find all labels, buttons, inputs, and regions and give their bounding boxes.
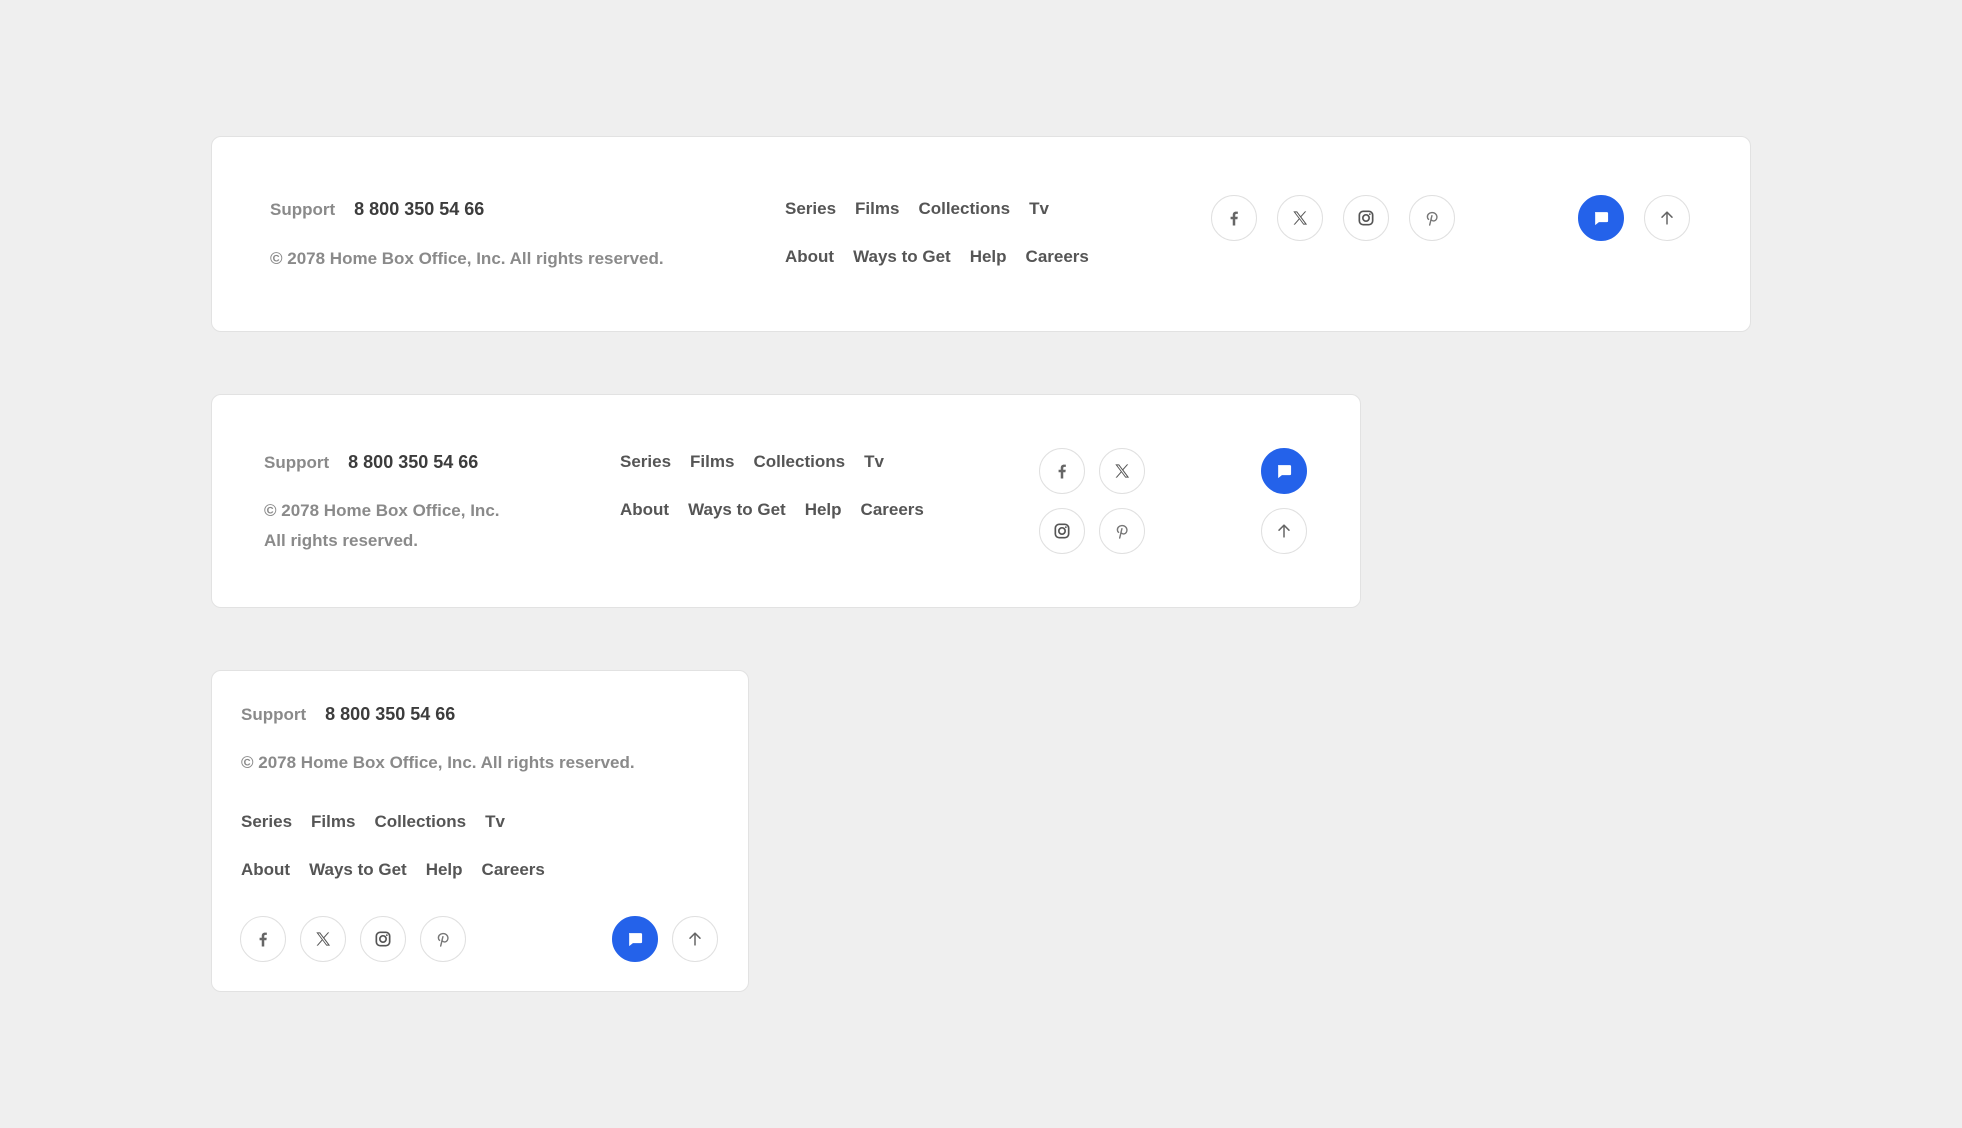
chat-button[interactable]: [1578, 195, 1624, 241]
chat-icon: [625, 929, 645, 949]
nav-link-films[interactable]: Films: [855, 199, 899, 219]
support-row: Support 8 800 350 54 66: [264, 452, 478, 473]
nav-link-collections[interactable]: Collections: [374, 812, 466, 832]
nav-link-collections[interactable]: Collections: [753, 452, 845, 472]
nav-link-series[interactable]: Series: [620, 452, 671, 472]
support-label: Support: [264, 453, 330, 472]
instagram-icon: [1356, 208, 1376, 228]
nav-link-help[interactable]: Help: [805, 500, 842, 520]
nav-secondary: About Ways to Get Help Careers: [241, 860, 545, 880]
scroll-top-button[interactable]: [1644, 195, 1690, 241]
instagram-icon: [1052, 521, 1072, 541]
nav-link-about[interactable]: About: [620, 500, 669, 520]
support-phone[interactable]: 8 800 350 54 66: [348, 452, 478, 473]
facebook-button[interactable]: [1039, 448, 1085, 494]
x-icon: [313, 929, 333, 949]
nav-link-help[interactable]: Help: [970, 247, 1007, 267]
nav-link-tv[interactable]: Tv: [485, 812, 505, 832]
nav-secondary: About Ways to Get Help Careers: [785, 247, 1089, 267]
x-button[interactable]: [300, 916, 346, 962]
chat-button[interactable]: [612, 916, 658, 962]
pinterest-button[interactable]: [1099, 508, 1145, 554]
pinterest-icon: [433, 929, 453, 949]
facebook-icon: [253, 929, 273, 949]
support-phone[interactable]: 8 800 350 54 66: [354, 199, 484, 220]
scroll-top-button[interactable]: [1261, 508, 1307, 554]
footer-compact: Support 8 800 350 54 66 © 2078 Home Box …: [211, 670, 749, 992]
support-label: Support: [270, 200, 336, 219]
facebook-icon: [1052, 461, 1072, 481]
x-button[interactable]: [1099, 448, 1145, 494]
nav-link-help[interactable]: Help: [426, 860, 463, 880]
support-row: Support 8 800 350 54 66: [270, 199, 484, 220]
nav-primary: Series Films Collections Tv: [620, 452, 884, 472]
support-phone[interactable]: 8 800 350 54 66: [325, 704, 455, 725]
pinterest-icon: [1112, 521, 1132, 541]
arrow-up-icon: [685, 929, 705, 949]
nav-link-careers[interactable]: Careers: [482, 860, 545, 880]
pinterest-button[interactable]: [420, 916, 466, 962]
nav-link-series[interactable]: Series: [241, 812, 292, 832]
nav-secondary: About Ways to Get Help Careers: [620, 500, 924, 520]
facebook-button[interactable]: [240, 916, 286, 962]
scroll-top-button[interactable]: [672, 916, 718, 962]
nav-link-careers[interactable]: Careers: [861, 500, 924, 520]
nav-link-ways-to-get[interactable]: Ways to Get: [688, 500, 786, 520]
pinterest-icon: [1422, 208, 1442, 228]
nav-link-collections[interactable]: Collections: [918, 199, 1010, 219]
instagram-button[interactable]: [1039, 508, 1085, 554]
chat-icon: [1274, 461, 1294, 481]
nav-link-tv[interactable]: Tv: [864, 452, 884, 472]
nav-primary: Series Films Collections Tv: [785, 199, 1049, 219]
copyright: © 2078 Home Box Office, Inc. All rights …: [241, 753, 635, 772]
instagram-icon: [373, 929, 393, 949]
arrow-up-icon: [1274, 521, 1294, 541]
x-button[interactable]: [1277, 195, 1323, 241]
instagram-button[interactable]: [360, 916, 406, 962]
copyright: © 2078 Home Box Office, Inc. All rights …: [270, 249, 664, 268]
support-label: Support: [241, 705, 307, 724]
x-icon: [1112, 461, 1132, 481]
copyright-line-2: All rights reserved.: [264, 531, 419, 550]
copyright-line-1: © 2078 Home Box Office, Inc.: [264, 501, 500, 520]
nav-link-ways-to-get[interactable]: Ways to Get: [853, 247, 951, 267]
nav-link-films[interactable]: Films: [690, 452, 734, 472]
arrow-up-icon: [1657, 208, 1677, 228]
footer-wide: Support 8 800 350 54 66 © 2078 Home Box …: [211, 136, 1751, 332]
nav-link-about[interactable]: About: [241, 860, 290, 880]
chat-icon: [1591, 208, 1611, 228]
nav-link-films[interactable]: Films: [311, 812, 355, 832]
x-icon: [1290, 208, 1310, 228]
nav-link-about[interactable]: About: [785, 247, 834, 267]
nav-link-tv[interactable]: Tv: [1029, 199, 1049, 219]
nav-link-series[interactable]: Series: [785, 199, 836, 219]
nav-link-ways-to-get[interactable]: Ways to Get: [309, 860, 407, 880]
facebook-button[interactable]: [1211, 195, 1257, 241]
support-row: Support 8 800 350 54 66: [241, 704, 455, 725]
pinterest-button[interactable]: [1409, 195, 1455, 241]
facebook-icon: [1224, 208, 1244, 228]
nav-primary: Series Films Collections Tv: [241, 812, 505, 832]
chat-button[interactable]: [1261, 448, 1307, 494]
instagram-button[interactable]: [1343, 195, 1389, 241]
footer-medium: Support 8 800 350 54 66 © 2078 Home Box …: [211, 394, 1361, 608]
nav-link-careers[interactable]: Careers: [1026, 247, 1089, 267]
